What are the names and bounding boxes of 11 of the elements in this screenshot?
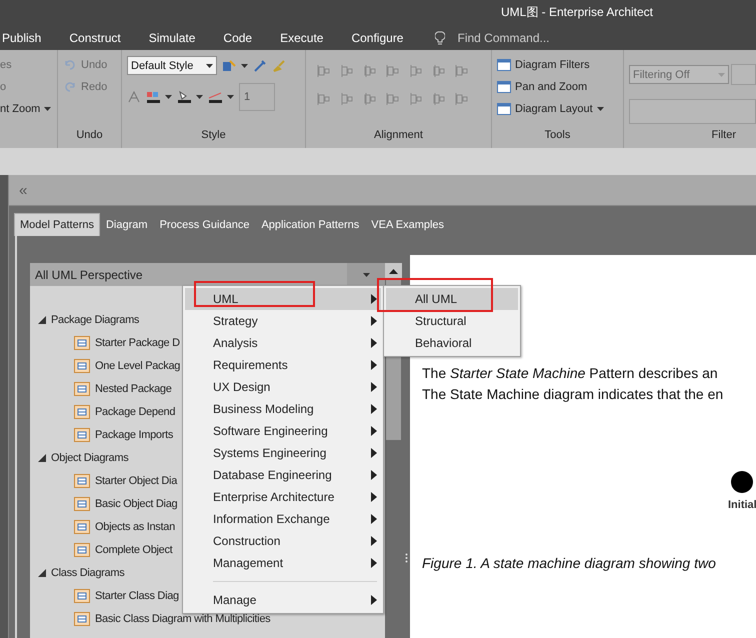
group-label: Undo — [75, 128, 104, 143]
window-title: UML图 - Enterprise Architect — [500, 4, 653, 21]
paragraph-line: The Starter State Machine Pattern describes an — [422, 364, 719, 383]
group-label: Style — [200, 128, 227, 143]
group-label: Filter — [710, 128, 737, 143]
figure-caption: Figure 1. A state machine diagram showing two — [422, 555, 717, 571]
group-label: Alignment — [373, 128, 424, 143]
node-label: Initial — [728, 499, 756, 511]
perspective-label: All UML Perspective — [35, 268, 143, 282]
paragraph-line: The State Machine diagram indicates that the en — [422, 385, 724, 404]
group-label: Tools — [544, 128, 572, 143]
